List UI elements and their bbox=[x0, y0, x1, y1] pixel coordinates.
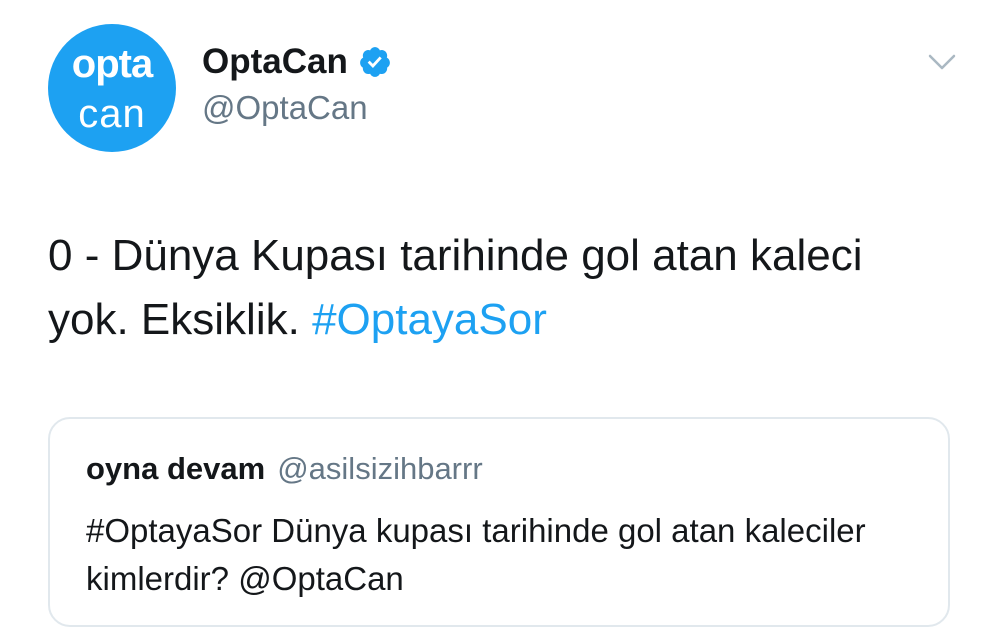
author-display-name[interactable]: OptaCan bbox=[202, 40, 348, 84]
author-name-row: OptaCan bbox=[202, 40, 392, 84]
author-handle[interactable]: @OptaCan bbox=[202, 86, 368, 130]
quoted-tweet-text: #OptayaSor Dünya kupası tarihinde gol at… bbox=[86, 512, 866, 597]
tweet: opta can OptaCan @OptaCan 0 - Dünya Kupa… bbox=[0, 0, 1000, 644]
avatar-logo-line1: opta bbox=[71, 42, 153, 86]
verified-badge-icon bbox=[359, 47, 390, 77]
quoted-handle[interactable]: @asilsizihbarrr bbox=[277, 451, 482, 486]
avatar-logo-line2: can bbox=[78, 92, 146, 136]
quoted-tweet-header: oyna devam @asilsizihbarrr bbox=[86, 449, 483, 489]
tweet-text: 0 - Dünya Kupası tarihinde gol atan kale… bbox=[48, 224, 948, 352]
quoted-display-name[interactable]: oyna devam bbox=[86, 451, 265, 486]
quoted-tweet[interactable]: oyna devam @asilsizihbarrr #OptayaSor Dün… bbox=[48, 417, 950, 627]
hashtag-link[interactable]: #OptayaSor bbox=[312, 295, 547, 344]
chevron-down-icon[interactable] bbox=[926, 50, 958, 74]
avatar[interactable]: opta can bbox=[48, 24, 176, 152]
